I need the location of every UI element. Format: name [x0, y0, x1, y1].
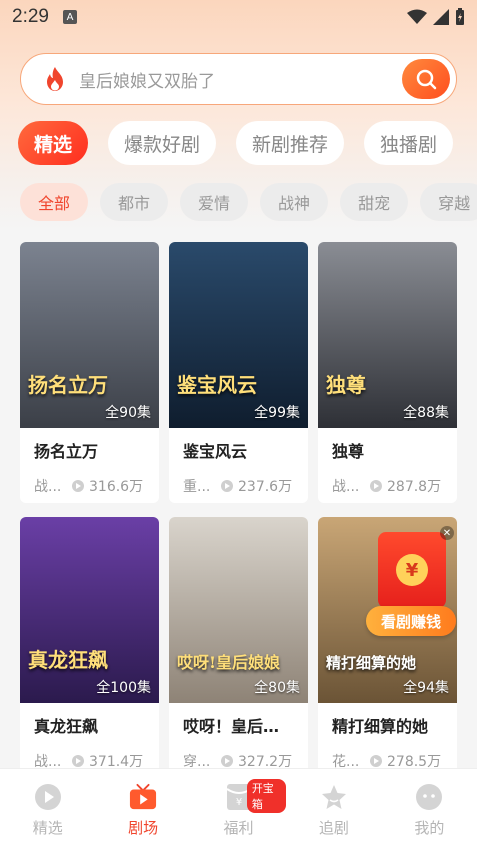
play-count: 316.6万: [89, 479, 144, 495]
close-icon[interactable]: ✕: [440, 526, 454, 540]
episode-count: 全80集: [254, 680, 300, 696]
status-time: 2:29: [12, 6, 49, 27]
tab-hot-dramas[interactable]: 爆款好剧: [108, 121, 217, 165]
category-all[interactable]: 全部: [20, 183, 89, 221]
play-circle-icon: [34, 783, 62, 811]
play-count: 287.8万: [387, 479, 442, 495]
wifi-icon: [407, 9, 427, 24]
fire-icon: [47, 67, 63, 91]
drama-title[interactable]: 哎呀！皇后娘...: [169, 703, 308, 737]
category-tabs-container: 全部 都市 爱情 战神 甜宠 穿越: [0, 180, 477, 224]
episode-count: 全100集: [96, 680, 151, 696]
watch-earn-button[interactable]: 看剧赚钱: [366, 606, 456, 636]
category-urban[interactable]: 都市: [100, 183, 169, 221]
episode-count: 全88集: [403, 405, 449, 421]
search-bar[interactable]: 皇后娘娘又双胎了: [20, 53, 457, 105]
search-button[interactable]: [402, 59, 450, 99]
poster-image: [318, 242, 457, 428]
tab-exclusive[interactable]: 独播剧: [364, 121, 454, 165]
play-count-icon: [72, 480, 84, 492]
category-romance[interactable]: 爱情: [180, 183, 249, 221]
nav-profile[interactable]: 我的: [382, 769, 477, 848]
red-envelope-promo[interactable]: ¥: [378, 532, 446, 608]
nav-welfare[interactable]: ¥ 开宝箱 福利: [191, 769, 287, 848]
poster-image: [20, 242, 159, 428]
nav-theater[interactable]: 剧场: [95, 769, 190, 848]
drama-meta: 穿... 327.2万: [169, 737, 308, 771]
nav-label: 追剧: [318, 819, 349, 837]
poster-title-art: 真龙狂飙: [28, 648, 108, 672]
search-icon: [416, 69, 437, 90]
category-sweet[interactable]: 甜宠: [340, 183, 409, 221]
drama-poster[interactable]: 独尊 全88集: [318, 242, 457, 428]
category-war-god[interactable]: 战神: [260, 183, 329, 221]
episode-count: 全90集: [105, 405, 151, 421]
drama-title[interactable]: 真龙狂飙: [20, 703, 159, 737]
category-tabs: 全部 都市 爱情 战神 甜宠 穿越: [20, 183, 477, 221]
drama-title[interactable]: 独尊: [318, 428, 457, 462]
drama-poster[interactable]: 扬名立万 全90集: [20, 242, 159, 428]
poster-title-art: 独尊: [326, 373, 366, 397]
drama-meta: 战... 371.4万: [20, 737, 159, 771]
drama-card[interactable]: 扬名立万 全90集 扬名立万 战... 316.6万: [20, 242, 159, 503]
nav-label: 福利: [223, 819, 254, 837]
signal-icon: [433, 9, 449, 25]
star-icon: [320, 783, 348, 811]
drama-card[interactable]: 哎呀!皇后娘娘 全80集 哎呀！皇后娘... 穿... 327.2万: [169, 517, 308, 778]
drama-meta: 花... 278.5万: [318, 737, 457, 771]
main-tabs-container: 精选 爆款好剧 新剧推荐 独播剧: [0, 115, 460, 171]
drama-title[interactable]: 精打细算的她: [318, 703, 457, 737]
poster-image: [169, 242, 308, 428]
drama-title[interactable]: 鉴宝风云: [169, 428, 308, 462]
drama-grid: 扬名立万 全90集 扬名立万 战... 316.6万 鉴宝风云 全99集 鉴宝风…: [20, 242, 457, 778]
poster-title-art: 鉴宝风云: [177, 373, 257, 397]
episode-count: 全99集: [254, 405, 300, 421]
nav-label: 精选: [32, 819, 63, 837]
drama-meta: 重... 237.6万: [169, 462, 308, 496]
nav-follow[interactable]: 追剧: [286, 769, 381, 848]
poster-title-art: 精打细算的她: [326, 654, 417, 672]
drama-card[interactable]: 独尊 全88集 独尊 战... 287.8万: [318, 242, 457, 503]
tab-new-recommend[interactable]: 新剧推荐: [236, 121, 345, 165]
drama-poster[interactable]: 真龙狂飙 全100集: [20, 517, 159, 703]
poster-title-art: 扬名立万: [28, 373, 108, 397]
search-placeholder[interactable]: 皇后娘娘又双胎了: [79, 67, 402, 92]
coin-icon: ¥: [396, 554, 428, 586]
play-count-icon: [370, 480, 382, 492]
drama-meta: 战... 316.6万: [20, 462, 159, 496]
drama-card[interactable]: 真龙狂飙 全100集 真龙狂飙 战... 371.4万: [20, 517, 159, 778]
category-time-travel[interactable]: 穿越: [420, 183, 477, 221]
status-bar: 2:29 A: [0, 0, 477, 34]
drama-genre: 战...: [332, 479, 360, 495]
battery-icon: [456, 8, 464, 25]
drama-genre: 重...: [183, 479, 211, 495]
poster-title-art: 哎呀!皇后娘娘: [177, 653, 281, 672]
nav-label: 我的: [414, 819, 445, 837]
drama-poster[interactable]: 鉴宝风云 全99集: [169, 242, 308, 428]
play-count-icon: [72, 755, 84, 767]
drama-title[interactable]: 扬名立万: [20, 428, 159, 462]
drama-meta: 战... 287.8万: [318, 462, 457, 496]
play-count: 237.6万: [238, 479, 293, 495]
main-tabs: 精选 爆款好剧 新剧推荐 独播剧: [18, 121, 454, 165]
poster-image: [20, 517, 159, 703]
poster-image: [169, 517, 308, 703]
episode-count: 全94集: [403, 680, 449, 696]
play-count-icon: [370, 755, 382, 767]
nav-label: 剧场: [128, 819, 159, 837]
drama-genre: 战...: [34, 479, 62, 495]
status-indicators: [407, 8, 465, 26]
tv-icon: [129, 783, 157, 811]
treasure-badge: 开宝箱: [246, 779, 287, 813]
tab-featured[interactable]: 精选: [18, 121, 89, 165]
nav-featured[interactable]: 精选: [0, 769, 95, 848]
profile-icon: [415, 783, 443, 811]
notification-icon: A: [62, 10, 77, 24]
drama-poster[interactable]: 哎呀!皇后娘娘 全80集: [169, 517, 308, 703]
bottom-nav: 精选 剧场 ¥ 开宝箱 福利 追剧 我的: [0, 768, 477, 848]
svg-text:¥: ¥: [235, 797, 241, 808]
play-count-icon: [221, 480, 233, 492]
drama-card[interactable]: 鉴宝风云 全99集 鉴宝风云 重... 237.6万: [169, 242, 308, 503]
play-count-icon: [221, 755, 233, 767]
